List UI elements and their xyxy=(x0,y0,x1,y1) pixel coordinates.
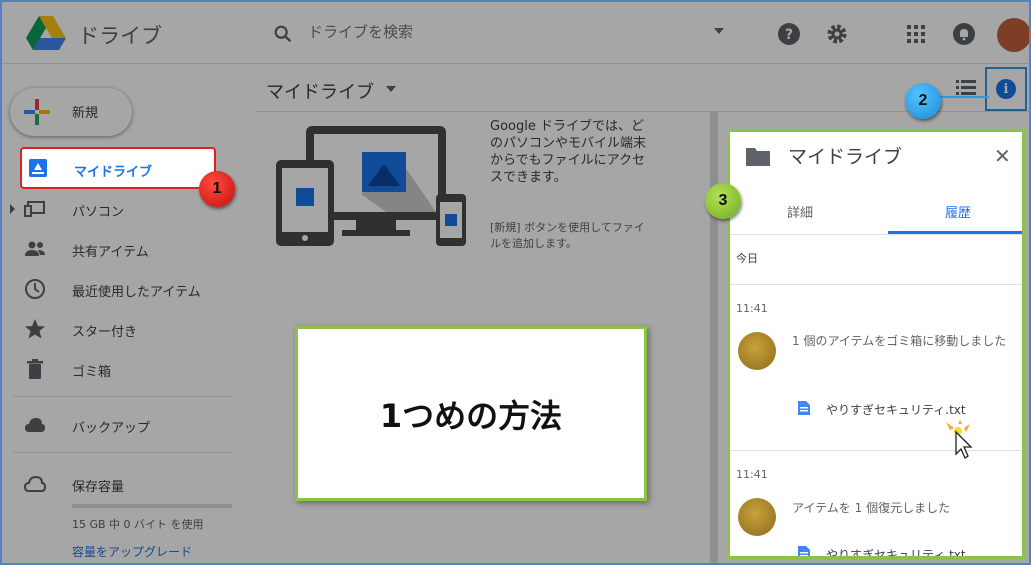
apps-icon[interactable] xyxy=(904,22,928,46)
sidebar-divider xyxy=(14,452,232,453)
callout-text: 1つめの方法 xyxy=(379,396,563,435)
location-title[interactable]: マイドライブ xyxy=(266,78,374,104)
recent-icon xyxy=(25,279,45,299)
tab-details[interactable]: 詳細 xyxy=(730,186,870,234)
step-badge-2: 2 xyxy=(905,83,941,119)
sidebar: 新規 マイドライブ パソコン 共有アイテム 最近使用したアイテム スター付き ゴ… xyxy=(2,64,256,563)
history-entry-text: 1 個のアイテムをゴミ箱に移動しました xyxy=(792,334,1007,348)
empty-state-message: Google ドライブでは、どのパソコンやモバイル端末からでもファイルにアクセス… xyxy=(490,119,647,185)
drive-logo-icon[interactable] xyxy=(26,16,66,50)
sidebar-item-label: マイドライブ xyxy=(74,165,153,180)
sidebar-item-starred[interactable]: スター付き xyxy=(2,309,232,349)
history-entry-text: アイテムを 1 個復元しました xyxy=(792,501,951,515)
tab-history[interactable]: 履歴 xyxy=(888,186,1022,234)
empty-state-hint: [新規] ボタンを使用してファイルを追加します。 xyxy=(490,221,645,250)
sidebar-divider xyxy=(14,396,232,397)
mouse-cursor-icon xyxy=(946,420,973,459)
details-toggle-button[interactable]: i xyxy=(985,67,1027,111)
storage-icon xyxy=(24,475,46,492)
text-file-icon xyxy=(798,546,810,556)
file-name: やりすぎセキュリティ.txt xyxy=(826,403,966,417)
step-badge-3: 3 xyxy=(705,183,741,219)
folder-icon xyxy=(746,148,770,166)
search-icon[interactable] xyxy=(272,23,294,45)
sidebar-item-backup[interactable]: バックアップ xyxy=(2,405,232,445)
storage-usage-bar xyxy=(72,504,232,508)
history-divider xyxy=(730,284,1022,285)
computers-icon xyxy=(24,201,45,217)
storage-usage-text: 15 GB 中 0 バイト を使用 xyxy=(72,518,204,531)
method-callout: 1つめの方法 xyxy=(295,326,647,501)
list-view-icon[interactable] xyxy=(956,78,976,98)
plus-icon xyxy=(24,99,50,125)
trash-icon xyxy=(27,359,43,379)
history-divider xyxy=(730,450,1022,451)
text-file-icon xyxy=(798,401,810,415)
sidebar-item-my-drive[interactable]: マイドライブ xyxy=(20,147,216,189)
panel-title: マイドライブ xyxy=(788,146,903,168)
upgrade-storage-link[interactable]: 容量をアップグレード xyxy=(72,543,192,560)
my-drive-icon xyxy=(29,159,47,177)
shared-icon xyxy=(25,241,45,256)
info-icon: i xyxy=(996,79,1016,99)
sidebar-item-shared[interactable]: 共有アイテム xyxy=(2,229,232,269)
expand-icon[interactable] xyxy=(10,204,15,214)
search-input[interactable] xyxy=(308,24,698,41)
sidebar-item-recent[interactable]: 最近使用したアイテム xyxy=(2,269,232,309)
devices-illustration xyxy=(276,126,466,246)
history-time: 11:41 xyxy=(736,302,768,315)
close-icon[interactable]: ✕ xyxy=(994,144,1011,168)
notifications-icon[interactable] xyxy=(952,22,976,46)
top-header: ドライブ ? xyxy=(2,2,1031,64)
sidebar-item-label: 保存容量 xyxy=(72,480,125,495)
history-date-label: 今日 xyxy=(736,252,758,265)
main-scrollbar[interactable] xyxy=(710,112,718,563)
step-badge-1: 1 xyxy=(199,171,235,207)
help-icon[interactable]: ? xyxy=(777,22,801,46)
badge-connector xyxy=(939,96,989,98)
star-icon xyxy=(25,319,45,339)
svg-text:?: ? xyxy=(785,27,793,43)
sidebar-item-label: パソコン xyxy=(72,205,125,220)
location-menu-icon[interactable] xyxy=(386,86,396,92)
search-options-icon[interactable] xyxy=(714,28,724,34)
sidebar-item-trash[interactable]: ゴミ箱 xyxy=(2,349,232,389)
details-panel: マイドライブ ✕ 詳細 履歴 今日 11:41 1 個のアイテムをゴミ箱に移動し… xyxy=(727,129,1025,559)
sidebar-item-label: 共有アイテム xyxy=(72,245,149,260)
account-avatar[interactable] xyxy=(997,18,1031,52)
sidebar-item-storage[interactable]: 保存容量 xyxy=(2,464,232,504)
backup-icon xyxy=(25,418,45,432)
new-button[interactable]: 新規 xyxy=(10,88,132,136)
avatar xyxy=(738,332,776,370)
sidebar-item-label: 最近使用したアイテム xyxy=(72,285,201,300)
sidebar-item-computers[interactable]: パソコン xyxy=(2,189,232,229)
new-button-label: 新規 xyxy=(72,106,99,121)
settings-icon[interactable] xyxy=(825,22,849,46)
app-title: ドライブ xyxy=(78,24,162,48)
file-name: やりすぎセキュリティ.txt xyxy=(826,548,966,559)
avatar xyxy=(738,498,776,536)
sidebar-item-label: バックアップ xyxy=(72,421,151,436)
sidebar-item-label: ゴミ箱 xyxy=(72,365,112,380)
history-time: 11:41 xyxy=(736,468,768,481)
sidebar-item-label: スター付き xyxy=(72,325,138,340)
tab-divider xyxy=(730,234,1022,235)
